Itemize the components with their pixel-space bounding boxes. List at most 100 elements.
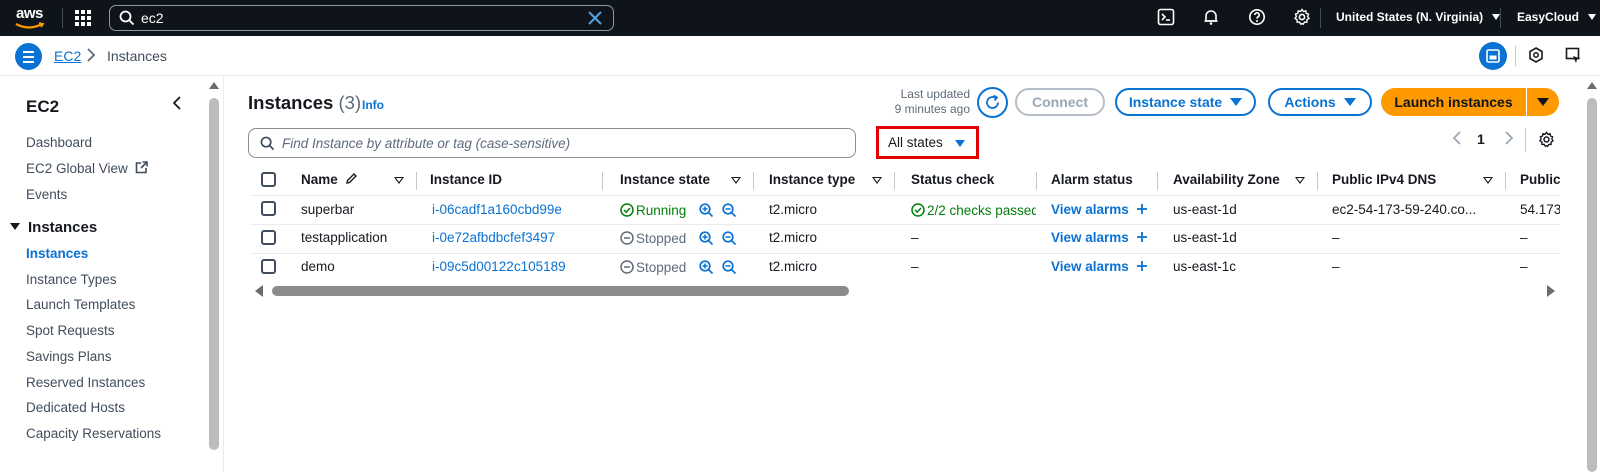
scroll-right-icon[interactable] — [1547, 285, 1556, 297]
column-header-availability-zone[interactable]: Availability Zone — [1173, 172, 1280, 187]
previous-page-icon[interactable] — [1452, 131, 1462, 145]
region-selector[interactable]: United States (N. Virginia) — [1336, 10, 1501, 24]
edit-pencil-icon — [345, 173, 357, 184]
sort-icon[interactable] — [1483, 177, 1493, 184]
row-checkbox[interactable] — [261, 201, 276, 216]
column-header-public-ipv4-dns[interactable]: Public IPv4 DNS — [1332, 172, 1436, 187]
sidebar-item-dedicated-hosts[interactable]: Dedicated Hosts — [26, 400, 125, 415]
hexagon-icon[interactable] — [1528, 47, 1544, 63]
column-header-instance-state[interactable]: Instance state — [620, 172, 710, 187]
settings-gear-icon[interactable] — [1293, 8, 1311, 26]
instance-id-link[interactable]: i-09c5d00122c105189 — [432, 259, 566, 274]
account-menu[interactable]: EasyCloud — [1517, 10, 1597, 24]
instance-state-button[interactable]: Instance state — [1115, 88, 1256, 116]
scrollbar-thumb[interactable] — [1587, 98, 1597, 472]
scrollbar-thumb[interactable] — [209, 98, 219, 450]
sidebar-scrollbar[interactable] — [208, 80, 220, 472]
instance-filter-box[interactable] — [248, 128, 856, 158]
cell-public-dns: – — [1332, 259, 1340, 274]
row-checkbox[interactable] — [261, 230, 276, 245]
notifications-bell-icon[interactable] — [1202, 8, 1220, 26]
column-header-instance-id[interactable]: Instance ID — [430, 172, 502, 187]
column-header-instance-type[interactable]: Instance type — [769, 172, 855, 187]
refresh-button[interactable] — [977, 87, 1008, 118]
collapse-sidebar-icon[interactable] — [172, 96, 182, 110]
launch-instances-button[interactable]: Launch instances — [1381, 88, 1526, 116]
scroll-up-icon[interactable] — [209, 81, 219, 89]
instance-filter-input[interactable] — [282, 134, 842, 152]
view-alarms-label: View alarms — [1051, 259, 1129, 274]
sidebar-item-instances[interactable]: Instances — [26, 246, 88, 261]
refresh-icon — [986, 94, 999, 109]
scrollbar-thumb[interactable] — [272, 286, 849, 296]
table-preferences-gear-icon[interactable] — [1538, 131, 1555, 148]
sort-icon[interactable] — [1295, 177, 1305, 184]
breadcrumb-ec2-link[interactable]: EC2 — [54, 48, 81, 64]
column-header-alarm-status[interactable]: Alarm status — [1051, 172, 1133, 187]
aws-logo[interactable]: aws — [14, 5, 48, 31]
instances-table: Name Instance ID Instance state Instance… — [250, 166, 1560, 298]
zoom-out-icon[interactable] — [722, 260, 737, 275]
service-search-box[interactable]: ec2 — [109, 5, 614, 31]
row-checkbox[interactable] — [261, 259, 276, 274]
select-all-checkbox[interactable] — [261, 172, 276, 187]
clear-search-icon[interactable] — [587, 10, 603, 26]
cloudshell-icon[interactable] — [1157, 8, 1175, 26]
column-divider — [416, 172, 417, 190]
sidebar-group-instances[interactable]: Instances — [10, 219, 97, 236]
sort-icon[interactable] — [872, 177, 882, 184]
panel-toggle-button[interactable] — [1479, 42, 1507, 70]
zoom-in-icon[interactable] — [699, 203, 714, 218]
info-link[interactable]: Info — [362, 98, 384, 112]
scroll-left-icon[interactable] — [254, 285, 263, 297]
scroll-up-icon[interactable] — [1587, 81, 1597, 89]
column-header-status-check[interactable]: Status check — [911, 172, 994, 187]
nav-divider — [1500, 8, 1501, 28]
cell-availability-zone: us-east-1d — [1173, 202, 1237, 217]
connect-label: Connect — [1032, 94, 1088, 110]
sort-icon[interactable] — [731, 177, 741, 184]
sidebar-item-capacity-reservations[interactable]: Capacity Reservations — [26, 426, 161, 441]
sidebar-item-events[interactable]: Events — [26, 187, 67, 202]
column-header-name[interactable]: Name — [301, 172, 358, 187]
column-header-public-ipv4[interactable]: Public — [1520, 172, 1560, 187]
zoom-out-icon[interactable] — [722, 231, 737, 246]
actions-button[interactable]: Actions — [1268, 88, 1372, 116]
help-icon[interactable] — [1248, 8, 1266, 26]
zoom-in-icon[interactable] — [699, 260, 714, 275]
connect-button[interactable]: Connect — [1015, 88, 1105, 116]
zoom-in-icon[interactable] — [699, 231, 714, 246]
sidebar-item-instance-types[interactable]: Instance Types — [26, 272, 117, 287]
next-page-icon[interactable] — [1504, 131, 1514, 145]
status-check-label: 2/2 checks passed — [927, 203, 1036, 218]
page-scrollbar[interactable] — [1586, 80, 1598, 472]
sidebar: EC2 Dashboard EC2 Global View Events Ins… — [0, 76, 224, 472]
zoom-out-icon[interactable] — [722, 203, 737, 218]
view-alarms-link[interactable]: View alarms — [1051, 202, 1148, 217]
view-alarms-link[interactable]: View alarms — [1051, 259, 1148, 274]
search-input[interactable]: ec2 — [141, 10, 164, 26]
sidebar-item-global-view[interactable]: EC2 Global View — [26, 161, 148, 176]
column-divider — [894, 172, 895, 190]
page-number[interactable]: 1 — [1477, 131, 1485, 147]
sidebar-item-dashboard[interactable]: Dashboard — [26, 135, 92, 150]
sidebar-item-reserved-instances[interactable]: Reserved Instances — [26, 375, 145, 390]
sidebar-item-launch-templates[interactable]: Launch Templates — [26, 297, 135, 312]
instance-state-label: Running — [636, 203, 687, 218]
launch-options-dropdown[interactable] — [1527, 88, 1559, 116]
feedback-icon[interactable] — [1565, 47, 1583, 65]
cell-status-check: – — [911, 259, 919, 274]
instance-id-link[interactable]: i-0e72afbdbcfef3497 — [432, 230, 555, 245]
sort-icon[interactable] — [394, 177, 404, 184]
services-grid-icon[interactable] — [75, 10, 91, 26]
sidebar-item-spot-requests[interactable]: Spot Requests — [26, 323, 115, 338]
instance-state-label: Instance state — [1128, 94, 1223, 110]
navigation-menu-button[interactable] — [15, 43, 42, 70]
sidebar-item-savings-plans[interactable]: Savings Plans — [26, 349, 112, 364]
view-alarms-link[interactable]: View alarms — [1051, 230, 1148, 245]
table-horizontal-scrollbar[interactable] — [250, 284, 1560, 298]
cell-instance-type: t2.micro — [769, 202, 818, 217]
state-filter-select[interactable]: All states — [876, 126, 979, 159]
instance-id-link[interactable]: i-06cadf1a160cbd99e — [432, 202, 562, 217]
status-check-passed: 2/2 checks passed — [911, 203, 1036, 218]
